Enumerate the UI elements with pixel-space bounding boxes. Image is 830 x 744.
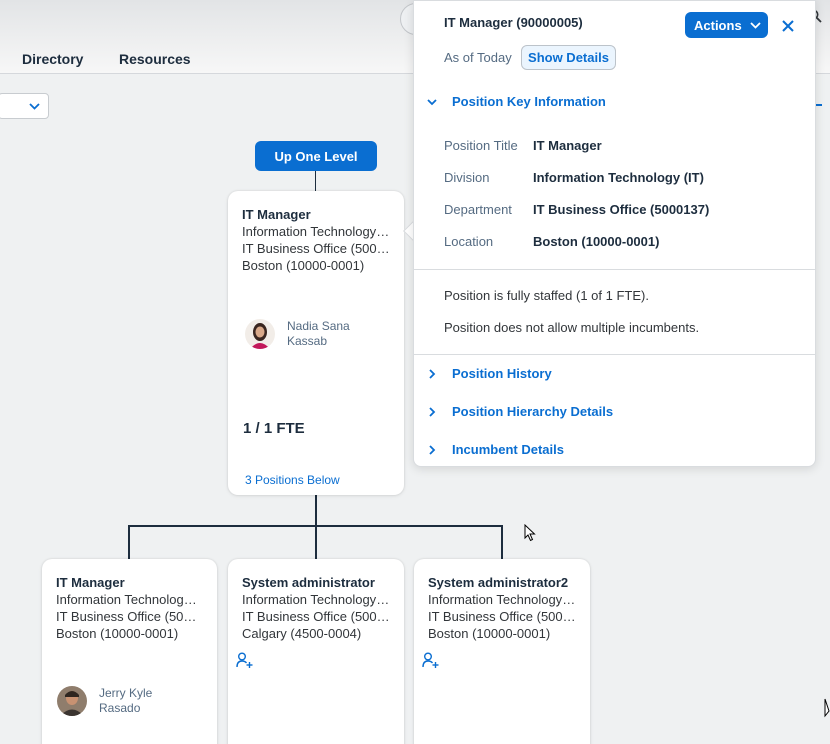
- nav-directory[interactable]: Directory: [22, 51, 83, 67]
- divider: [414, 269, 815, 270]
- card-division: Information Technology (IT): [56, 592, 203, 607]
- field-value: IT Manager: [533, 138, 602, 153]
- filter-select[interactable]: [0, 93, 49, 119]
- fte-count: 1 / 1 FTE: [243, 420, 305, 437]
- positions-below-link[interactable]: 3 Positions Below: [245, 473, 340, 487]
- incumbent-last-name: Kassab: [287, 334, 328, 348]
- card-division: Information Technology (IT): [242, 592, 390, 607]
- section-title: Position Hierarchy Details: [452, 404, 614, 419]
- position-card-child[interactable]: IT Manager Information Technology (IT) I…: [42, 559, 217, 744]
- mouse-cursor-icon: [524, 524, 536, 542]
- popover-title: IT Manager (90000005): [444, 15, 583, 30]
- card-location: Boston (10000-0001): [428, 626, 551, 641]
- position-card-child[interactable]: System administrator Information Technol…: [228, 559, 404, 744]
- card-department: IT Business Office (5000137): [56, 609, 203, 624]
- incumbent[interactable]: Nadia Sana Kassab: [245, 319, 350, 349]
- as-of-date: As of Today: [444, 50, 512, 65]
- close-icon[interactable]: [780, 18, 796, 34]
- card-location: Calgary (4500-0004): [242, 626, 362, 641]
- chevron-right-icon: [429, 444, 436, 455]
- card-title: System administrator2: [428, 575, 569, 590]
- card-location: Boston (10000-0001): [56, 626, 179, 641]
- field-label: Position Title: [444, 138, 518, 153]
- position-card-main[interactable]: IT Manager Information Technology (IT) I…: [228, 191, 404, 495]
- section-title: Position Key Information: [452, 94, 606, 109]
- staffing-note: Position is fully staffed (1 of 1 FTE).: [444, 288, 649, 303]
- card-department: IT Business Office (5000137): [242, 609, 390, 624]
- divider: [414, 354, 815, 355]
- avatar: [57, 686, 87, 716]
- card-location: Boston (10000-0001): [242, 258, 365, 273]
- incumbent-first-name: Nadia Sana: [287, 319, 350, 333]
- up-one-level-button[interactable]: Up One Level: [255, 141, 377, 171]
- actions-button-label: Actions: [694, 17, 742, 33]
- accent-mark: [816, 104, 822, 106]
- card-division: Information Technology (IT): [242, 224, 390, 239]
- card-title: IT Manager: [242, 207, 311, 222]
- card-division: Information Technology (IT): [428, 592, 576, 607]
- incumbent-first-name: Jerry Kyle: [99, 686, 153, 700]
- connector-line: [501, 525, 503, 559]
- section-title: Position History: [452, 366, 552, 381]
- position-card-child[interactable]: System administrator2 Information Techno…: [414, 559, 590, 744]
- field-label: Division: [444, 170, 490, 185]
- field-value: IT Business Office (5000137): [533, 202, 710, 217]
- section-position-hierarchy-details[interactable]: Position Hierarchy Details: [426, 404, 613, 419]
- card-department: IT Business Office (5000137): [242, 241, 390, 256]
- incumbent-last-name: Rasado: [99, 701, 141, 715]
- nav-resources[interactable]: Resources: [119, 51, 191, 67]
- mouse-cursor-icon: [824, 698, 830, 718]
- incumbent[interactable]: Jerry Kyle Rasado: [57, 686, 152, 716]
- chevron-down-icon: [427, 98, 437, 105]
- field-value: Information Technology (IT): [533, 170, 704, 185]
- section-position-key-information[interactable]: Position Key Information: [426, 94, 606, 109]
- chevron-right-icon: [429, 406, 436, 417]
- field-value: Boston (10000-0001): [533, 234, 660, 249]
- position-quickcard-popover: IT Manager (90000005) Actions As of Toda…: [413, 0, 816, 467]
- connector-line: [315, 495, 317, 526]
- section-title: Incumbent Details: [452, 442, 564, 457]
- add-person-icon[interactable]: [236, 652, 254, 668]
- chevron-right-icon: [429, 368, 436, 379]
- connector-line: [128, 525, 130, 559]
- card-title: IT Manager: [56, 575, 125, 590]
- incumbents-note: Position does not allow multiple incumbe…: [444, 320, 700, 335]
- chevron-down-icon: [750, 21, 761, 29]
- field-label: Department: [444, 202, 512, 217]
- connector-line: [315, 525, 317, 559]
- avatar: [245, 319, 275, 349]
- field-label: Location: [444, 234, 494, 249]
- connector-line: [315, 171, 316, 191]
- show-details-button[interactable]: Show Details: [521, 45, 616, 70]
- actions-button[interactable]: Actions: [685, 12, 768, 38]
- add-person-icon[interactable]: [422, 652, 440, 668]
- chevron-down-icon: [29, 103, 40, 110]
- section-incumbent-details[interactable]: Incumbent Details: [426, 442, 564, 457]
- card-department: IT Business Office (5000137): [428, 609, 576, 624]
- card-title: System administrator: [242, 575, 375, 590]
- section-position-history[interactable]: Position History: [426, 366, 552, 381]
